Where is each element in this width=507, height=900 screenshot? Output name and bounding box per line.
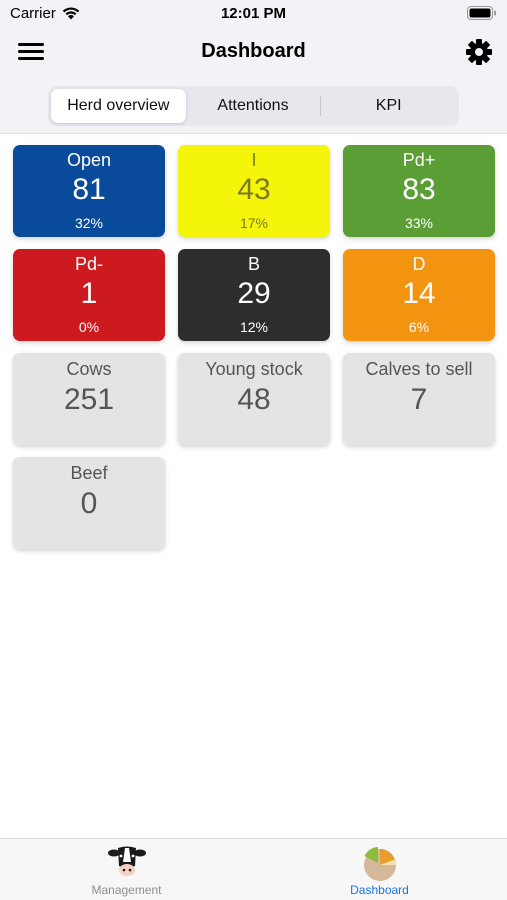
tile-value: 1 — [80, 277, 98, 310]
tile-young-stock[interactable]: Young stock 48 — [178, 353, 330, 445]
tile-percent: 17% — [239, 215, 269, 231]
tab-label: Management — [91, 883, 162, 897]
status-bar: Carrier 12:01 PM — [0, 0, 507, 28]
tile-label: Open — [66, 150, 112, 170]
cow-icon — [107, 846, 146, 876]
tile-label: Cows — [66, 359, 112, 379]
pie-chart-icon — [363, 847, 396, 881]
tile-value: 29 — [237, 277, 271, 310]
tile-d[interactable]: D 14 6% — [343, 249, 495, 341]
tile-label: B — [247, 254, 260, 274]
tile-value: 251 — [63, 383, 115, 416]
tile-value: 48 — [237, 383, 271, 416]
tile-value: 0 — [80, 487, 98, 520]
tile-value: 7 — [410, 383, 428, 416]
tile-value: 81 — [72, 173, 106, 206]
tile-label: D — [412, 254, 426, 274]
tile-pd-minus[interactable]: Pd- 1 0% — [13, 249, 165, 341]
tab-management[interactable]: Management — [0, 839, 253, 900]
tile-percent: 6% — [408, 319, 430, 335]
tile-beef[interactable]: Beef 0 — [13, 457, 165, 549]
tile-value: 14 — [402, 277, 436, 310]
tile-pd-plus[interactable]: Pd+ 83 33% — [343, 145, 495, 237]
tile-calves-to-sell[interactable]: Calves to sell 7 — [343, 353, 495, 445]
tile-label: Young stock — [205, 359, 303, 379]
tile-label: Calves to sell — [365, 359, 473, 379]
tile-percent: 33% — [404, 215, 434, 231]
segment-herd-overview[interactable]: Herd overview — [51, 89, 186, 123]
tab-label: Dashboard — [350, 883, 409, 897]
navigation-bar: Dashboard — [0, 30, 507, 74]
segmented-control: Herd overview Attentions KPI — [48, 86, 459, 126]
tab-dashboard[interactable]: Dashboard — [253, 839, 506, 900]
tile-b[interactable]: B 29 12% — [178, 249, 330, 341]
page-title: Dashboard — [201, 40, 306, 62]
herd-overview-grid: Open 81 32% I 43 17% Pd+ 83 33% Pd- 1 0%… — [13, 145, 495, 549]
tile-cows[interactable]: Cows 251 — [13, 353, 165, 445]
tile-label: Pd+ — [402, 150, 436, 170]
status-time: 12:01 PM — [220, 5, 287, 22]
segment-attentions[interactable]: Attentions — [186, 89, 321, 123]
gear-icon[interactable] — [465, 38, 493, 66]
app-screen: Carrier 12:01 PM Dashboard Herd overview… — [0, 0, 507, 900]
tile-open[interactable]: Open 81 32% — [13, 145, 165, 237]
battery-icon — [467, 6, 496, 20]
tile-i[interactable]: I 43 17% — [178, 145, 330, 237]
tile-label: I — [251, 150, 257, 170]
tile-percent: 12% — [239, 319, 269, 335]
tile-value: 83 — [402, 173, 436, 206]
tile-percent: 32% — [74, 215, 104, 231]
tab-bar: Management Dashboard — [0, 838, 507, 900]
segment-kpi[interactable]: KPI — [321, 89, 456, 123]
tile-label: Beef — [70, 463, 108, 483]
tile-value: 43 — [237, 173, 271, 206]
tile-label: Pd- — [74, 254, 103, 274]
tile-percent: 0% — [78, 319, 100, 335]
